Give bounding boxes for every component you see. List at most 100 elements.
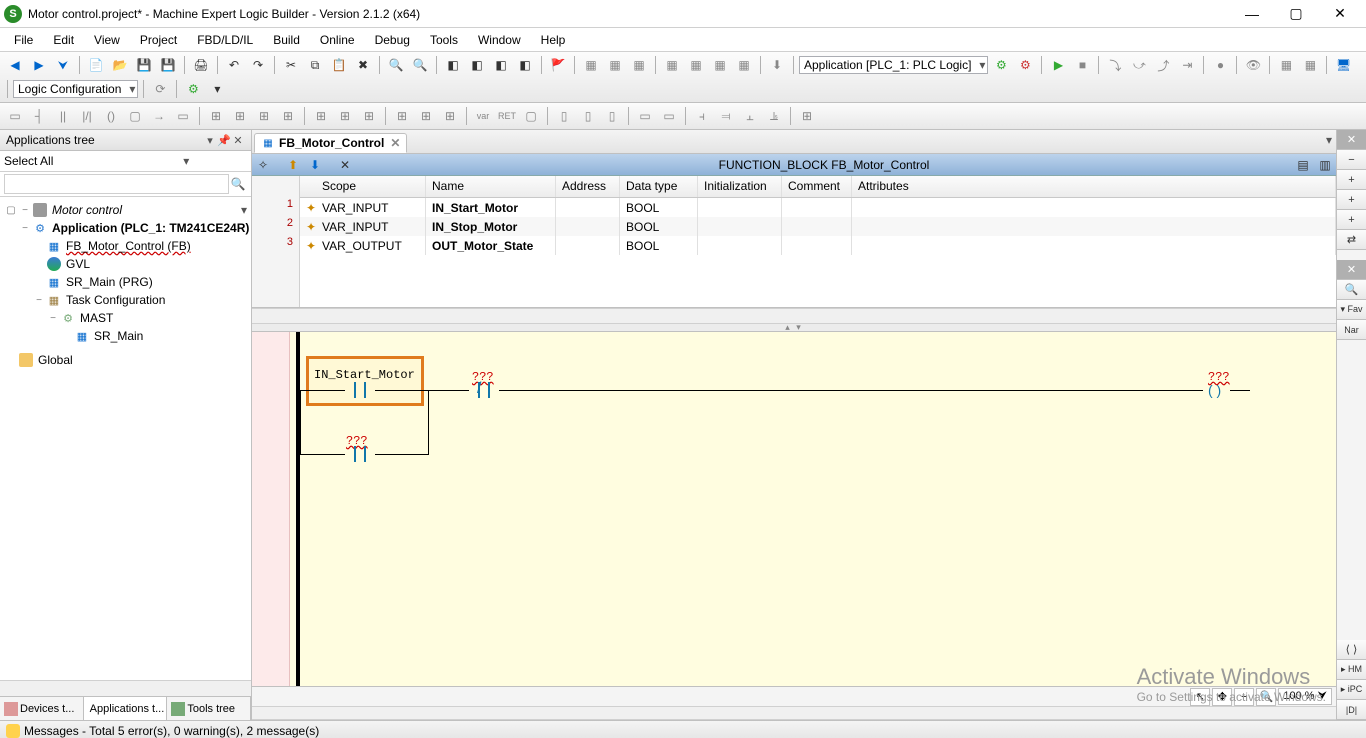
ladder-coil[interactable]: ( ) <box>1208 382 1228 398</box>
ladder-editor[interactable]: IN_Start_Motor ??? / ??? ( ) ??? <box>252 332 1336 686</box>
nav-drop-icon[interactable]: ⮟ <box>52 54 74 76</box>
ld-ret-icon[interactable]: RET <box>496 105 518 127</box>
rebuild-icon[interactable]: ▦ <box>604 54 626 76</box>
ld-branch-icon[interactable]: ┤ <box>28 105 50 127</box>
right-arrows[interactable]: ⟨ ⟩ <box>1337 640 1366 660</box>
pin-icon[interactable]: 📌 <box>217 134 231 147</box>
col-init[interactable]: Initialization <box>698 176 782 197</box>
watch-icon[interactable]: 👁 <box>1242 54 1264 76</box>
bookmark-icon[interactable]: ◧ <box>442 54 464 76</box>
search-icon[interactable]: 🔍 <box>229 175 247 193</box>
ld-g-icon[interactable]: ⊞ <box>358 105 380 127</box>
new-icon[interactable]: 📄 <box>85 54 107 76</box>
editor-tab-menu-icon[interactable]: ▾ <box>1326 133 1332 147</box>
zoom-percent[interactable]: 100 % ⮟ <box>1278 688 1332 705</box>
ld-var-icon[interactable]: var <box>472 105 494 127</box>
tab-applications-tree[interactable]: Applications t... <box>84 697 168 720</box>
ld-contact-neg-icon[interactable]: |/| <box>76 105 98 127</box>
pan-tool-icon[interactable]: ✥ <box>1212 688 1232 706</box>
ld-c-icon[interactable]: ⊞ <box>253 105 275 127</box>
table-row[interactable]: ✦ VAR_OUTPUT OUT_Motor_State BOOL <box>300 236 1336 255</box>
cursor-tool-icon[interactable]: ↖ <box>1190 688 1210 706</box>
print-icon[interactable]: 🖨 <box>190 54 212 76</box>
tree-sr-main[interactable]: SR_Main (PRG) <box>66 275 153 289</box>
undo-icon[interactable]: ↶ <box>223 54 245 76</box>
ld-box-icon[interactable]: ▢ <box>124 105 146 127</box>
tree-mast-sr-main[interactable]: SR_Main <box>94 329 143 343</box>
menu-project[interactable]: Project <box>130 31 187 49</box>
ld-d-icon[interactable]: ⊞ <box>277 105 299 127</box>
ld-n-icon[interactable]: ▯ <box>601 105 623 127</box>
right-nar[interactable]: Nar <box>1337 320 1366 340</box>
tab-tools-tree[interactable]: Tools tree <box>167 697 251 720</box>
logic-config-combo[interactable]: Logic Configuration <box>13 80 138 98</box>
menu-file[interactable]: File <box>4 31 43 49</box>
logout-icon[interactable]: ⚙ <box>1014 54 1036 76</box>
stop-icon[interactable]: ■ <box>1071 54 1093 76</box>
bookmark-prev-icon[interactable]: ◧ <box>490 54 512 76</box>
forward-icon[interactable]: ▶ <box>28 54 50 76</box>
panel-close-icon[interactable]: ✕ <box>231 134 245 147</box>
right-fav[interactable]: ▾ Fav <box>1337 300 1366 320</box>
editor-splitter[interactable]: ▴ ▾ <box>252 324 1336 332</box>
trace-b-icon[interactable]: ▦ <box>1299 54 1321 76</box>
decl-view-a-icon[interactable]: ▤ <box>1292 154 1314 176</box>
ld-align-b-icon[interactable]: ⫡ <box>763 105 785 127</box>
messages-bar[interactable]: Messages - Total 5 error(s), 0 warning(s… <box>0 720 1366 738</box>
compile-c-icon[interactable]: ▦ <box>709 54 731 76</box>
right-tab-b[interactable]: + <box>1337 170 1366 190</box>
ld-b-icon[interactable]: ⊞ <box>229 105 251 127</box>
delete-icon[interactable]: ✖ <box>352 54 374 76</box>
right-hm[interactable]: ▸ HM <box>1337 660 1366 680</box>
clean-icon[interactable]: ▦ <box>628 54 650 76</box>
step-into-icon[interactable]: ⤵ <box>1104 54 1126 76</box>
maximize-button[interactable]: ▢ <box>1274 0 1318 28</box>
step-out-icon[interactable]: ⤴ <box>1152 54 1174 76</box>
auto-hide-icon[interactable]: ▾ <box>203 134 217 147</box>
build-icon[interactable]: ▦ <box>580 54 602 76</box>
decl-delete-icon[interactable]: ✕ <box>334 154 356 176</box>
save-icon[interactable]: 💾 <box>133 54 155 76</box>
cut-icon[interactable]: ✂ <box>280 54 302 76</box>
table-row[interactable]: ✦ VAR_INPUT IN_Start_Motor BOOL <box>300 198 1336 217</box>
menu-debug[interactable]: Debug <box>365 31 420 49</box>
ld-h-icon[interactable]: ⊞ <box>391 105 413 127</box>
ladder-contact-no[interactable] <box>348 382 372 398</box>
tree-fb-motor-control[interactable]: FB_Motor_Control (FB) <box>66 239 191 253</box>
back-icon[interactable]: ◀ <box>4 54 26 76</box>
ld-m-icon[interactable]: ▯ <box>577 105 599 127</box>
menu-online[interactable]: Online <box>310 31 365 49</box>
ld-contact-icon[interactable]: || <box>52 105 74 127</box>
ld-k-icon[interactable]: ▢ <box>520 105 542 127</box>
close-button[interactable]: ✕ <box>1318 0 1362 28</box>
ld-f-icon[interactable]: ⊞ <box>334 105 356 127</box>
online-drop-icon[interactable]: ▾ <box>206 78 228 100</box>
menu-view[interactable]: View <box>84 31 130 49</box>
select-all-combo[interactable]: Select All ▾ <box>0 151 251 172</box>
flag-icon[interactable]: 🚩 <box>547 54 569 76</box>
editor-tab-close-icon[interactable]: ✕ <box>390 136 400 150</box>
tree-mast[interactable]: MAST <box>80 311 113 325</box>
application-combo[interactable]: Application [PLC_1: PLC Logic] <box>799 56 988 74</box>
col-scope[interactable]: Scope <box>316 176 426 197</box>
col-datatype[interactable]: Data type <box>620 176 698 197</box>
tab-devices-tree[interactable]: Devices t... <box>0 697 84 720</box>
find-icon[interactable]: 🔍 <box>385 54 407 76</box>
table-row[interactable]: ✦ VAR_INPUT IN_Stop_Motor BOOL <box>300 217 1336 236</box>
decl-view-b-icon[interactable]: ▥ <box>1314 154 1336 176</box>
right-tab-a[interactable]: − <box>1337 150 1366 170</box>
menu-window[interactable]: Window <box>468 31 531 49</box>
ld-network-icon[interactable]: ▭ <box>4 105 26 127</box>
ld-align-l-icon[interactable]: ⫞ <box>691 105 713 127</box>
col-name[interactable]: Name <box>426 176 556 197</box>
ld-l-icon[interactable]: ▯ <box>553 105 575 127</box>
editor-h-scrollbar[interactable] <box>252 706 1336 720</box>
zoom-out-icon[interactable]: − <box>1234 688 1254 706</box>
ld-align-r-icon[interactable]: ⫤ <box>715 105 737 127</box>
step-cursor-icon[interactable]: ⇥ <box>1176 54 1198 76</box>
ladder-contact-nc[interactable]: / <box>472 382 496 398</box>
compile-b-icon[interactable]: ▦ <box>685 54 707 76</box>
ladder-var-in-start-motor[interactable]: IN_Start_Motor <box>314 368 415 382</box>
decl-down-icon[interactable]: ⬇ <box>304 154 326 176</box>
right-search-icon[interactable]: 🔍 <box>1337 280 1366 300</box>
